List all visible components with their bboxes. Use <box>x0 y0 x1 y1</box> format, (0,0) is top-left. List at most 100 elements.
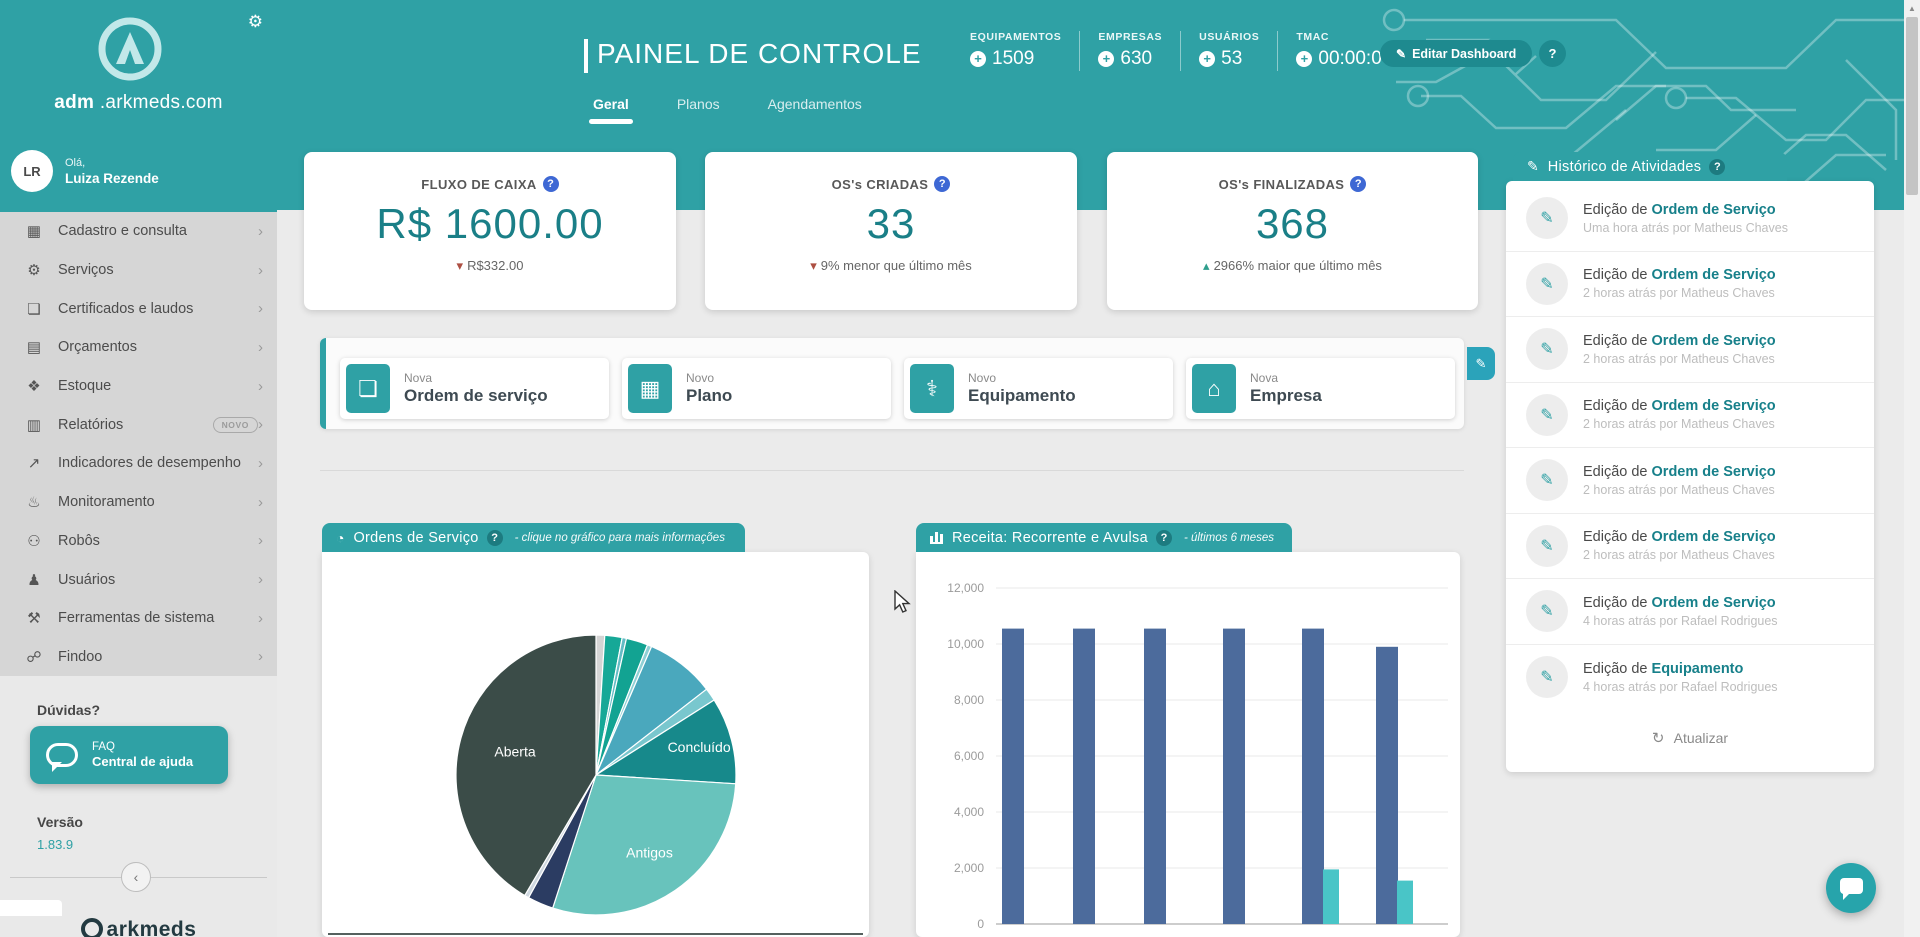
plus-circle-icon[interactable]: + <box>1296 51 1312 67</box>
nova-empresa-button[interactable]: ⌂ Nova Empresa <box>1186 358 1455 419</box>
title-accent-bar <box>584 39 588 73</box>
history-item[interactable]: ✎ Edição de Ordem de Serviço 2 horas atr… <box>1506 317 1874 383</box>
action-label: Ordem de serviço <box>404 386 548 406</box>
sidebar-item-label: Findoo <box>58 649 258 665</box>
sidebar-collapse-button[interactable]: ‹ <box>121 862 151 892</box>
sidebar-menu: ▦ Cadastro e consulta › ⚙ Serviços › ❏ C… <box>0 212 277 676</box>
scrollbar-thumb[interactable] <box>1906 17 1918 195</box>
sidebar-item-findoo[interactable]: ☍ Findoo › <box>0 638 277 677</box>
svg-text:Antigos: Antigos <box>626 844 673 860</box>
kpi-card: OS's FINALIZADAS? 368 ▴2966% maior que ú… <box>1107 152 1478 310</box>
user-name: Luiza Rezende <box>65 171 159 186</box>
kpi-help-icon[interactable]: ? <box>543 176 559 192</box>
bar-panel-header: Receita: Recorrente e Avulsa ? - últimos… <box>916 523 1292 552</box>
refresh-button[interactable]: ↻ Atualizar <box>1506 729 1874 747</box>
kpi-help-icon[interactable]: ? <box>934 176 950 192</box>
sidebar-item-usuarios[interactable]: ♟ Usuários › <box>0 560 277 599</box>
history-list: ✎ Edição de Ordem de Serviço Uma hora at… <box>1506 186 1874 710</box>
history-item-meta: 2 horas atrás por Matheus Chaves <box>1583 352 1776 366</box>
chat-bubble-icon <box>1840 878 1863 894</box>
chevron-right-icon: › <box>258 532 263 549</box>
mouse-cursor <box>893 590 915 614</box>
action-label: Equipamento <box>968 386 1076 406</box>
history-item[interactable]: ✎ Edição de Ordem de Serviço 2 horas atr… <box>1506 448 1874 514</box>
sidebar-item-estoque[interactable]: ❖ Estoque › <box>0 367 277 406</box>
sidebar-item-monitoramento[interactable]: ♨ Monitoramento › <box>0 483 277 522</box>
tab-agendamentos[interactable]: Agendamentos <box>768 96 862 124</box>
pie-panel-header: ◔ Ordens de Serviço ? - clique no gráfic… <box>322 523 745 552</box>
svg-text:8,000: 8,000 <box>954 693 984 707</box>
revenue-bar-chart[interactable]: 02,0004,0006,0008,00010,00012,000 <box>916 552 1460 937</box>
sidebar-item-certificados[interactable]: ❏ Certificados e laudos › <box>0 289 277 328</box>
stat-label: USUÁRIOS <box>1199 31 1259 43</box>
faq-help-button[interactable]: FAQ Central de ajuda <box>30 726 228 784</box>
bar-chart-icon <box>930 531 943 544</box>
history-panel-body: ✎ Edição de Ordem de Serviço Uma hora at… <box>1506 181 1874 772</box>
sidebar-header: adm .arkmeds.com LR Olá, Luiza Rezende ⚙ <box>0 0 277 212</box>
kpi-title: OS's FINALIZADAS <box>1219 177 1345 192</box>
pencil-icon: ✎ <box>1526 394 1568 436</box>
history-item[interactable]: ✎ Edição de Ordem de Serviço 2 horas atr… <box>1506 383 1874 449</box>
plus-circle-icon[interactable]: + <box>1098 51 1114 67</box>
tab-geral[interactable]: Geral <box>593 96 629 124</box>
pie-panel-subtitle: - clique no gráfico para mais informaçõe… <box>515 532 725 544</box>
sidebar-item-relatorios[interactable]: ▥ Relatórios NOVO › <box>0 405 277 444</box>
plus-circle-icon[interactable]: + <box>970 51 986 67</box>
bar-panel-title: Receita: Recorrente e Avulsa <box>952 530 1148 546</box>
pie-panel-title: Ordens de Serviço <box>353 530 478 546</box>
history-item-title: Edição de Ordem de Serviço <box>1583 267 1776 283</box>
bar-help-icon[interactable]: ? <box>1156 530 1172 546</box>
bar-panel-body: 02,0004,0006,0008,00010,00012,000 <box>916 552 1460 937</box>
nova-ordem-de-servico-button[interactable]: ❏ Nova Ordem de serviço <box>340 358 609 419</box>
calendar-icon: ▦ <box>628 364 672 413</box>
kpi-delta: ▾R$332.00 <box>304 258 676 274</box>
novo-plano-button[interactable]: ▦ Novo Plano <box>622 358 891 419</box>
kpi-title: OS's CRIADAS <box>832 177 929 192</box>
history-item[interactable]: ✎ Edição de Ordem de Serviço 2 horas atr… <box>1506 514 1874 580</box>
edit-dashboard-button[interactable]: ✎ Editar Dashboard <box>1380 40 1532 67</box>
user-icon: ♟ <box>22 571 46 589</box>
sidebar-item-orcamentos[interactable]: ▤ Orçamentos › <box>0 328 277 367</box>
history-item-meta: 2 horas atrás por Matheus Chaves <box>1583 417 1776 431</box>
edit-actions-tab[interactable]: ✎ <box>1467 347 1495 380</box>
kpi-value: 368 <box>1107 200 1478 248</box>
sidebar-item-indicadores[interactable]: ↗ Indicadores de desempenho › <box>0 444 277 483</box>
svg-text:10,000: 10,000 <box>947 637 984 651</box>
pie-help-icon[interactable]: ? <box>487 530 503 546</box>
footer-arkmeds-logo: arkmeds <box>0 918 277 937</box>
sidebar-item-ferramentas[interactable]: ⚒ Ferramentas de sistema › <box>0 599 277 638</box>
page-scrollbar[interactable]: ▲ <box>1904 0 1920 937</box>
version-label: Versão <box>37 814 83 830</box>
chevron-right-icon: › <box>258 416 263 433</box>
user-settings-gear-icon[interactable]: ⚙ <box>248 12 263 32</box>
history-item[interactable]: ✎ Edição de Ordem de Serviço Uma hora at… <box>1506 186 1874 252</box>
kpi-title: FLUXO DE CAIXA <box>421 177 536 192</box>
tab-planos[interactable]: Planos <box>677 96 720 124</box>
novo-equipamento-button[interactable]: ⚕ Novo Equipamento <box>904 358 1173 419</box>
history-item[interactable]: ✎ Edição de Ordem de Serviço 2 horas atr… <box>1506 252 1874 318</box>
kpi-help-icon[interactable]: ? <box>1350 176 1366 192</box>
kpi-icon: ↗ <box>22 454 46 472</box>
history-item[interactable]: ✎ Edição de Ordem de Serviço 4 horas atr… <box>1506 579 1874 645</box>
sidebar-item-cadastro[interactable]: ▦ Cadastro e consulta › <box>0 212 277 251</box>
history-item-title: Edição de Ordem de Serviço <box>1583 333 1776 349</box>
tools-icon: ⚒ <box>22 609 46 627</box>
chat-bubble-icon <box>46 743 78 767</box>
history-item[interactable]: ✎ Edição de Equipamento 4 horas atrás po… <box>1506 645 1874 711</box>
header-tabs: Geral Planos Agendamentos <box>593 96 910 124</box>
sidebar-item-servicos[interactable]: ⚙ Serviços › <box>0 251 277 290</box>
os-pie-chart[interactable]: ConcluídoAntigosAberta <box>322 552 869 937</box>
header-help-button[interactable]: ? <box>1539 40 1566 67</box>
chevron-right-icon: › <box>258 494 263 511</box>
scrollbar-up-arrow[interactable]: ▲ <box>1904 0 1920 17</box>
stat-separator <box>1277 31 1278 71</box>
plus-circle-icon[interactable]: + <box>1199 51 1215 67</box>
action-label: Plano <box>686 386 732 406</box>
sidebar-item-robos[interactable]: ⚇ Robôs › <box>0 522 277 561</box>
chat-widget-button[interactable] <box>1826 863 1876 913</box>
chevron-right-icon: › <box>258 300 263 317</box>
history-help-icon[interactable]: ? <box>1709 159 1725 175</box>
quick-action-cards: ❏ Nova Ordem de serviço ▦ Novo Plano ⚕ N… <box>340 358 1455 419</box>
help-heading: Dúvidas? <box>37 702 100 718</box>
avatar[interactable]: LR <box>11 150 53 192</box>
